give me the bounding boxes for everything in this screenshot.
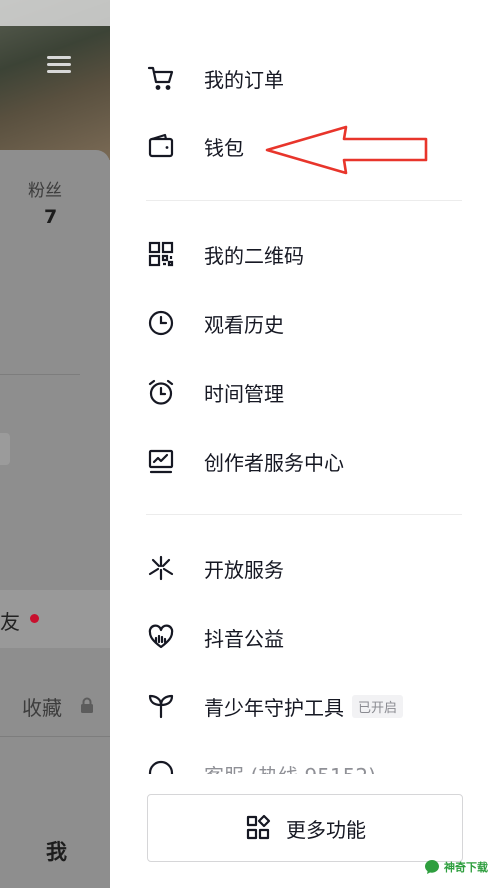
- menu-item-label: 观看历史: [204, 312, 284, 337]
- charity-heart-icon: [146, 622, 176, 652]
- fans-count: 7: [44, 206, 58, 228]
- notification-dot: [30, 614, 39, 623]
- alarm-clock-icon: [146, 377, 176, 407]
- collections-tab-label: 收藏: [22, 696, 62, 720]
- menu-icon: [47, 56, 71, 74]
- menu-item-qr-code[interactable]: 我的二维码: [146, 234, 466, 274]
- menu-item-watch-history[interactable]: 观看历史: [146, 303, 466, 343]
- menu-item-label: 我的订单: [204, 67, 284, 92]
- headset-icon: [146, 758, 176, 774]
- divider: [0, 374, 80, 375]
- more-features-button[interactable]: 更多功能: [147, 794, 463, 862]
- creator-monitor-icon: [146, 446, 176, 476]
- menu-item-open-service[interactable]: 开放服务: [146, 548, 466, 588]
- apps-grid-icon: [244, 814, 272, 842]
- clock-icon: [146, 308, 176, 338]
- annotation-arrow: [265, 125, 428, 175]
- wallet-icon: [146, 131, 176, 161]
- menu-item-label: 创作者服务中心: [204, 450, 344, 475]
- friends-label: 友: [0, 610, 20, 634]
- divider: [146, 514, 462, 515]
- menu-item-label: 钱包: [204, 135, 244, 160]
- profile-cover-photo: [0, 0, 110, 160]
- profile-card: [0, 150, 110, 888]
- watermark: 神奇下载: [423, 858, 488, 876]
- open-service-icon: [146, 553, 176, 583]
- more-features-label: 更多功能: [286, 817, 366, 842]
- menu-item-label: 我的二维码: [204, 243, 304, 268]
- divider: [146, 200, 462, 201]
- menu-item-charity[interactable]: 抖音公益: [146, 617, 466, 657]
- status-badge: 已开启: [352, 694, 404, 718]
- menu-item-label: 开放服务: [204, 557, 284, 582]
- menu-item-time-management[interactable]: 时间管理: [146, 372, 466, 412]
- divider: [0, 736, 110, 737]
- menu-item-creator-center[interactable]: 创作者服务中心: [146, 441, 466, 481]
- menu-item-label: 抖音公益: [204, 626, 284, 651]
- menu-item-orders[interactable]: 我的订单: [146, 58, 466, 98]
- me-tab: 我: [46, 840, 67, 864]
- menu-item-label: 时间管理: [204, 381, 284, 406]
- menu-item-label: 客服 (热线 95152): [204, 760, 376, 774]
- fans-label: 粉丝: [28, 181, 62, 201]
- profile-background: 粉丝 7 友 收藏 我: [0, 0, 110, 888]
- shopping-cart-icon: [146, 63, 176, 93]
- watermark-logo-icon: [425, 860, 439, 874]
- sprout-icon: [146, 691, 176, 721]
- menu-item-customer-service[interactable]: 客服 (热线 95152): [146, 758, 446, 774]
- menu-item-label: 青少年守护工具: [204, 695, 344, 720]
- lock-icon: [81, 697, 93, 713]
- watermark-text: 神奇下载: [444, 861, 488, 874]
- profile-chip: [0, 433, 10, 465]
- qr-code-icon: [146, 239, 176, 269]
- menu-item-teen-protection[interactable]: 青少年守护工具 已开启: [146, 686, 466, 726]
